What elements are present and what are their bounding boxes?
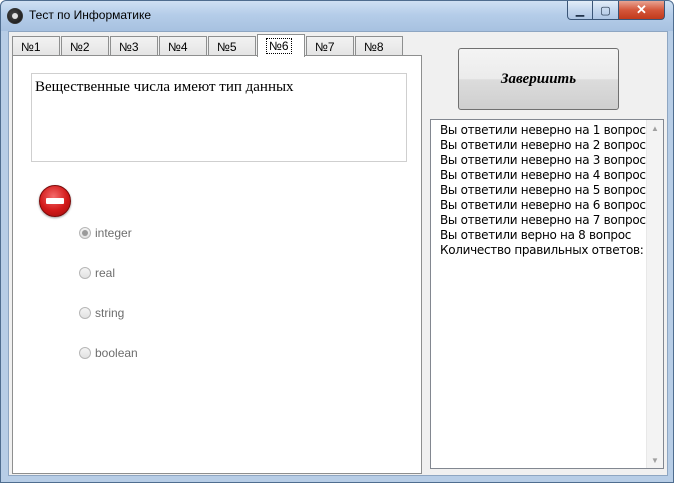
option-boolean[interactable]: boolean — [79, 345, 138, 361]
tab-3[interactable]: №3 — [110, 36, 158, 57]
tab-8[interactable]: №8 — [355, 36, 403, 57]
tab-1[interactable]: №1 — [12, 36, 60, 57]
question-textbox[interactable]: Вещественные числа имеют тип данных — [31, 73, 407, 162]
result-line: Вы ответили неверно на 2 вопрос — [440, 138, 646, 152]
tab-label: №8 — [364, 40, 384, 54]
app-window: Тест по Информатике ▁ ▢ ✕ №1 №2 №3 №4 №5… — [0, 0, 674, 483]
tab-label: №1 — [21, 40, 41, 54]
result-line: Вы ответили неверно на 5 вопрос — [440, 183, 646, 197]
results-listbox[interactable]: Вы ответили неверно на 1 вопрос Вы ответ… — [430, 119, 664, 469]
tab-7[interactable]: №7 — [306, 36, 354, 57]
result-line: Вы ответили неверно на 6 вопрос — [440, 198, 646, 212]
close-button[interactable]: ✕ — [619, 1, 665, 20]
tab-label: №5 — [217, 40, 237, 54]
option-label: integer — [95, 226, 132, 240]
client-area: №1 №2 №3 №4 №5 №6 №7 №8 Вещественные чис… — [8, 31, 668, 476]
option-label: string — [95, 306, 125, 320]
option-label: boolean — [95, 346, 138, 360]
result-line: Вы ответили неверно на 7 вопрос — [440, 213, 646, 227]
tab-2[interactable]: №2 — [61, 36, 109, 57]
result-line: Вы ответили верно на 8 вопрос — [440, 228, 632, 242]
question-text: Вещественные числа имеют тип данных — [35, 79, 294, 95]
tab-label: №3 — [119, 40, 139, 54]
scroll-down-icon[interactable]: ▼ — [647, 452, 663, 468]
result-line: Вы ответили неверно на 3 вопрос — [440, 153, 646, 167]
tab-label: №6 — [266, 38, 292, 54]
window-title: Тест по Информатике — [29, 8, 152, 22]
stop-icon — [39, 185, 71, 217]
radio-button[interactable] — [79, 347, 91, 359]
app-icon[interactable] — [7, 8, 23, 24]
finish-button[interactable]: Завершить — [458, 48, 619, 110]
title-bar[interactable]: Тест по Информатике ▁ ▢ ✕ — [1, 1, 673, 31]
radio-button[interactable] — [79, 227, 91, 239]
result-line: Вы ответили неверно на 1 вопрос — [440, 123, 646, 137]
tab-label: №7 — [315, 40, 335, 54]
question-tabs: №1 №2 №3 №4 №5 №6 №7 №8 — [12, 34, 404, 57]
scroll-up-icon[interactable]: ▲ — [647, 120, 663, 136]
result-summary: Количество правильных ответов: 1 — [440, 243, 655, 257]
question-page: Вещественные числа имеют тип данных inte… — [12, 55, 422, 474]
option-integer[interactable]: integer — [79, 225, 132, 241]
radio-button[interactable] — [79, 267, 91, 279]
maximize-button[interactable]: ▢ — [593, 1, 619, 20]
tab-4[interactable]: №4 — [159, 36, 207, 57]
results-lines: Вы ответили неверно на 1 вопрос Вы ответ… — [440, 123, 655, 258]
tab-6[interactable]: №6 — [257, 34, 305, 57]
minimize-button[interactable]: ▁ — [567, 1, 593, 20]
option-string[interactable]: string — [79, 305, 124, 321]
option-real[interactable]: real — [79, 265, 115, 281]
tab-label: №2 — [70, 40, 90, 54]
tab-5[interactable]: №5 — [208, 36, 256, 57]
tab-label: №4 — [168, 40, 188, 54]
option-label: real — [95, 266, 116, 280]
result-line: Вы ответили неверно на 4 вопрос — [440, 168, 646, 182]
vertical-scrollbar[interactable]: ▲ ▼ — [646, 120, 663, 468]
radio-button[interactable] — [79, 307, 91, 319]
